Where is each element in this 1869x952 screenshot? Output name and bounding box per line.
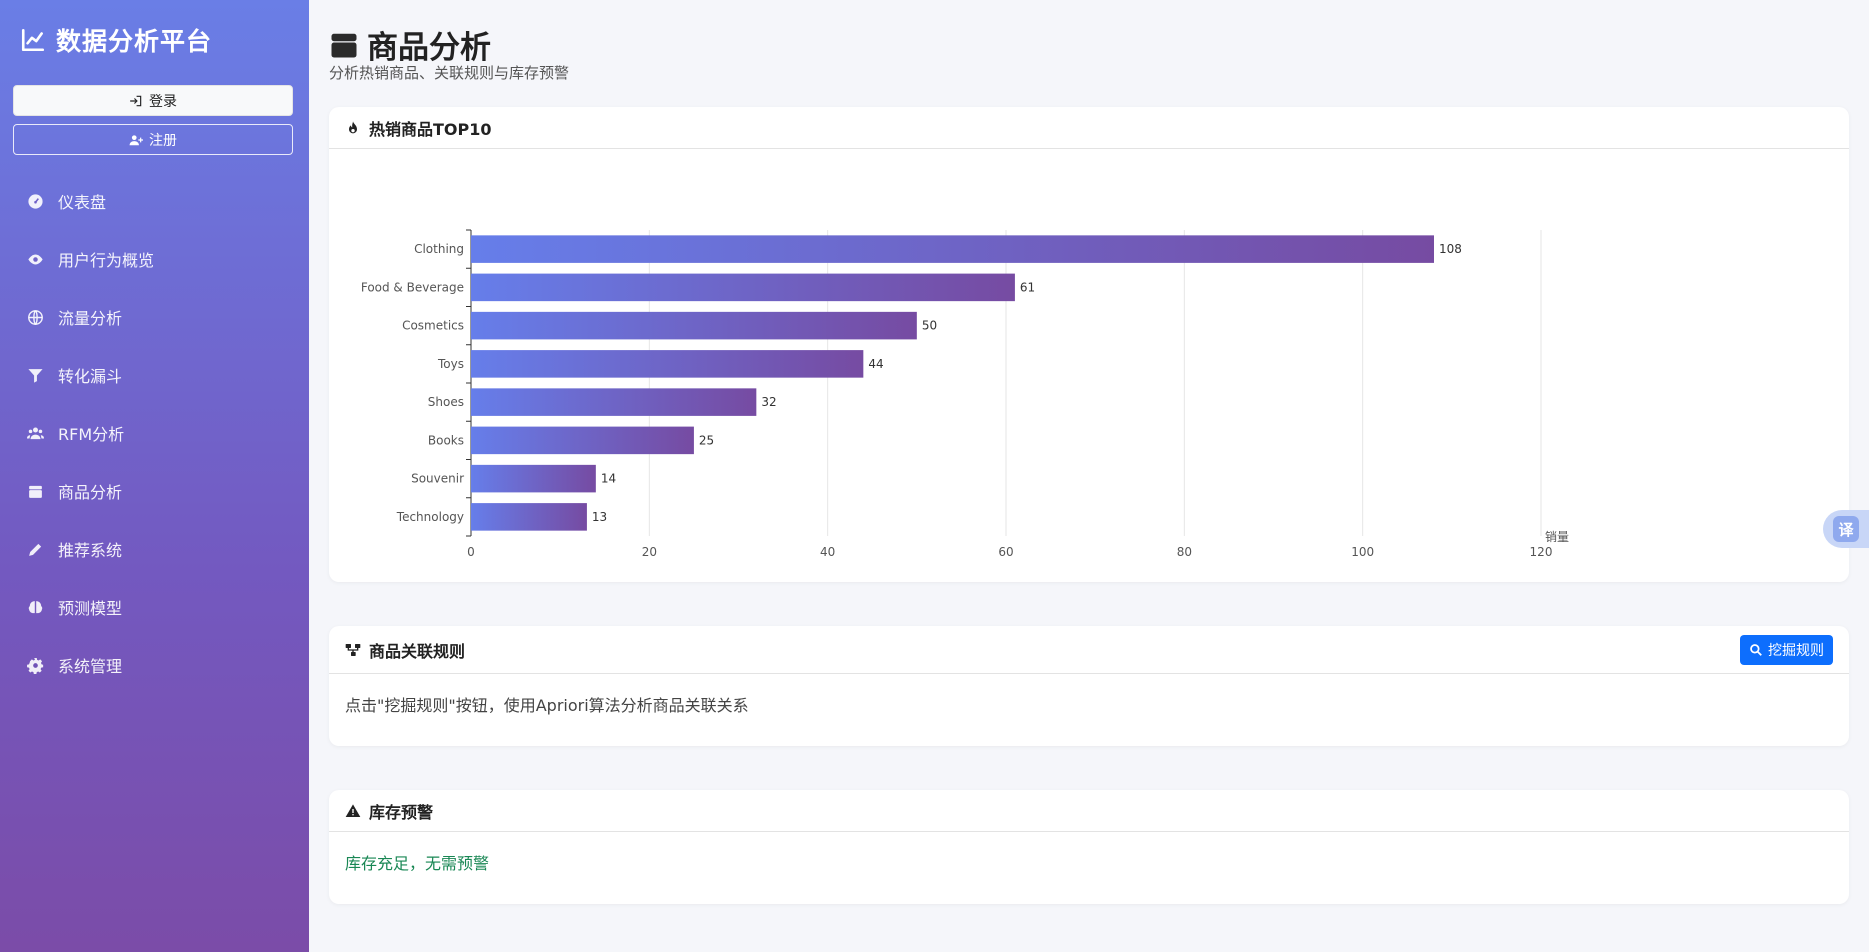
login-label: 登录 [149, 93, 177, 110]
x-tick-label: 60 [998, 545, 1013, 559]
y-tick-label: Books [428, 433, 464, 447]
login-button[interactable]: 登录 [13, 85, 293, 116]
bar [471, 235, 1434, 263]
pencil-icon [29, 543, 42, 556]
x-tick-label: 100 [1351, 545, 1374, 559]
sidebar-item-funnel[interactable]: 转化漏斗 [0, 346, 309, 404]
search-icon [1750, 643, 1762, 656]
sidebar: 数据分析平台 登录 注册 仪表盘 用户行为概览 流量分析 转化漏斗 RFM分析 … [0, 0, 309, 952]
x-tick-label: 120 [1530, 545, 1553, 559]
sidebar-item-traffic[interactable]: 流量分析 [0, 288, 309, 346]
mine-rules-button[interactable]: 挖掘规则 [1740, 634, 1833, 665]
top-products-card: 热销商品TOP10 0 20 40 60 80 100 120 Clothing 108 Food… [329, 107, 1849, 582]
x-tick-label: 40 [820, 545, 835, 559]
top-products-title: 热销商品TOP10 [369, 119, 492, 139]
bar [471, 426, 694, 455]
bar-value-label: 108 [1439, 242, 1462, 256]
sidebar-item-label: 系统管理 [58, 657, 123, 676]
y-tick-label: Shoes [428, 395, 464, 409]
top-products-chart: 0 20 40 60 80 100 120 Clothing 108 Food & Beverag… [361, 229, 1569, 559]
sidebar-item-label: 推荐系统 [58, 541, 123, 560]
line-chart-icon [21, 28, 45, 52]
sidebar-item-label: 转化漏斗 [58, 367, 123, 386]
fire-icon [349, 120, 357, 133]
bar-value-label: 32 [761, 395, 776, 409]
bar-value-label: 25 [699, 433, 714, 447]
association-rules-card: 商品关联规则 挖掘规则 点击"挖掘规则"按钮，使用Apriori算法分析商品关联… [329, 626, 1849, 746]
mine-rules-label: 挖掘规则 [1768, 642, 1824, 659]
sign-in-icon [130, 95, 142, 106]
sidebar-item-label: 仪表盘 [58, 193, 107, 212]
bar [471, 311, 917, 340]
filter-icon [28, 368, 43, 383]
warning-icon [345, 803, 361, 817]
bar [471, 350, 864, 378]
sitemap-icon [345, 643, 361, 656]
bar [471, 464, 596, 493]
association-rules-hint: 点击"挖掘规则"按钮，使用Apriori算法分析商品关联关系 [345, 696, 749, 715]
y-tick-label: Clothing [414, 242, 464, 256]
sidebar-item-label: 预测模型 [58, 599, 123, 618]
sidebar-nav: 仪表盘 用户行为概览 流量分析 转化漏斗 RFM分析 商品分析 推荐系统 预测模… [0, 172, 309, 694]
stock-status-message: 库存充足，无需预警 [345, 854, 490, 873]
users-icon [27, 426, 44, 439]
y-tick-label: Toys [437, 357, 464, 371]
main-content: 商品分析 分析热销商品、关联规则与库存预警 热销商品TOP10 0 20 40 60 8… [309, 0, 1869, 952]
box-icon [331, 33, 357, 57]
x-tick-label: 20 [642, 545, 657, 559]
bar [471, 388, 757, 416]
sidebar-item-dashboard[interactable]: 仪表盘 [0, 172, 309, 230]
x-tick-label: 80 [1177, 545, 1192, 559]
sidebar-item-prediction[interactable]: 预测模型 [0, 578, 309, 636]
x-axis-label: 销量 [1545, 530, 1569, 544]
page-title-text: 商品分析 [367, 30, 491, 66]
y-tick-label: Cosmetics [402, 319, 464, 333]
eye-icon [28, 254, 43, 264]
gauge-icon [28, 193, 43, 209]
bar-value-label: 13 [592, 510, 607, 524]
stock-warning-header: 库存预警 [329, 790, 1849, 832]
page-subtitle: 分析热销商品、关联规则与库存预警 [329, 64, 570, 82]
sidebar-item-settings[interactable]: 系统管理 [0, 636, 309, 694]
brand: 数据分析平台 [20, 22, 212, 58]
sidebar-item-label: 用户行为概览 [58, 251, 155, 270]
sidebar-item-products[interactable]: 商品分析 [0, 462, 309, 520]
box-icon [29, 485, 42, 498]
x-tick-label: 0 [467, 545, 475, 559]
translate-icon: 译 [1833, 516, 1859, 542]
bar-value-label: 44 [868, 357, 883, 371]
sidebar-item-label: RFM分析 [58, 425, 125, 444]
bar-value-label: 50 [922, 319, 937, 333]
sidebar-item-label: 流量分析 [58, 309, 123, 328]
brain-icon [28, 600, 43, 613]
sidebar-item-user-behavior[interactable]: 用户行为概览 [0, 230, 309, 288]
bar [471, 503, 587, 531]
sidebar-item-rfm[interactable]: RFM分析 [0, 404, 309, 462]
globe-icon [28, 309, 43, 325]
association-rules-title: 商品关联规则 [369, 641, 466, 661]
bar [471, 273, 1015, 302]
sidebar-item-recommend[interactable]: 推荐系统 [0, 520, 309, 578]
top-products-header: 热销商品TOP10 [329, 107, 1849, 149]
bar-value-label: 14 [601, 472, 616, 486]
brand-title: 数据分析平台 [56, 27, 213, 56]
page-title: 商品分析 [329, 22, 491, 67]
bar-value-label: 61 [1020, 280, 1035, 294]
register-label: 注册 [149, 132, 177, 149]
gear-icon [27, 657, 44, 674]
y-tick-label: Technology [396, 510, 464, 524]
sidebar-item-label: 商品分析 [58, 483, 123, 502]
user-plus-icon [129, 134, 143, 145]
y-tick-label: Food & Beverage [361, 280, 464, 294]
association-rules-header: 商品关联规则 挖掘规则 [329, 626, 1849, 674]
stock-warning-title: 库存预警 [369, 802, 434, 822]
translate-button[interactable]: 译 [1823, 510, 1869, 548]
register-button[interactable]: 注册 [13, 124, 293, 155]
y-tick-label: Souvenir [411, 472, 464, 486]
stock-warning-card: 库存预警 库存充足，无需预警 [329, 790, 1849, 904]
